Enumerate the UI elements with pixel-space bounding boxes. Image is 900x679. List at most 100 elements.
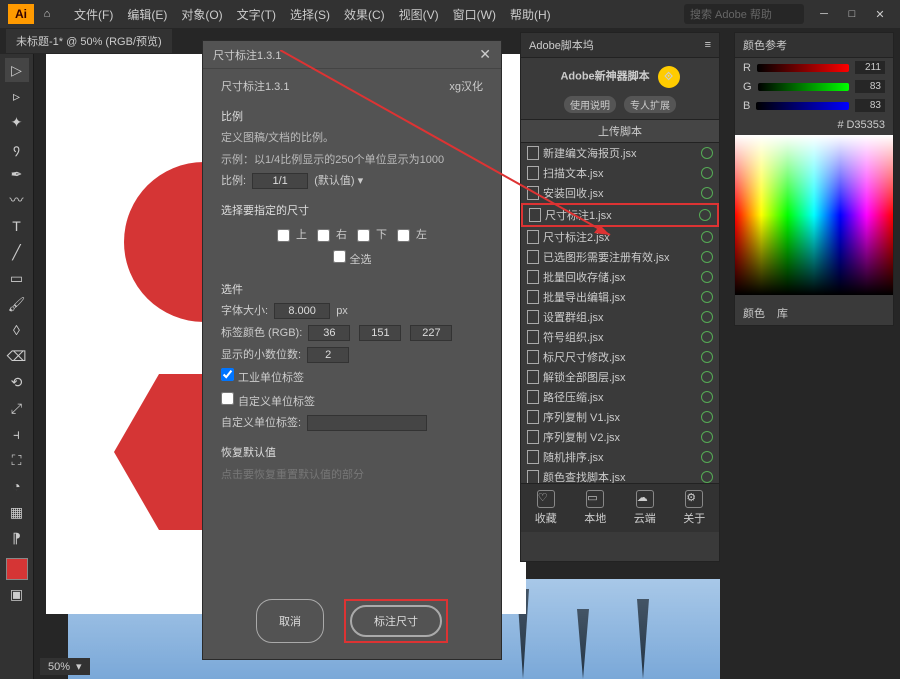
direct-selection-tool-icon[interactable]: ▹ [5,84,29,108]
download-icon[interactable] [701,411,713,423]
script-item[interactable]: 尺寸标注2.jsx [521,227,719,247]
download-icon[interactable] [701,391,713,403]
menu-effect[interactable]: 效果(C) [338,3,391,26]
ok-button[interactable]: 标注尺寸 [350,605,442,637]
shape-builder-tool-icon[interactable]: ◔ [5,474,29,498]
download-icon[interactable] [701,271,713,283]
swatch-tab-color[interactable]: 颜色 [743,305,765,321]
dialog-close-icon[interactable]: ✕ [479,46,491,63]
script-item[interactable]: 批量导出编辑.jsx [521,287,719,307]
sub-usage-button[interactable]: 使用说明 [564,96,616,113]
script-item[interactable]: 解锁全部图层.jsx [521,367,719,387]
color-b-input[interactable] [410,325,452,341]
script-item[interactable]: 批量回收存储.jsx [521,267,719,287]
download-icon[interactable] [701,167,713,179]
script-item[interactable]: 序列复制 V2.jsx [521,427,719,447]
panel-menu-icon[interactable]: ≡ [705,39,711,51]
minimize-icon[interactable]: ─ [812,4,836,24]
lasso-tool-icon[interactable]: ᠀ [5,136,29,160]
menu-file[interactable]: 文件(F) [68,3,119,26]
script-panel-title[interactable]: Adobe脚本坞≡ [521,33,719,58]
width-tool-icon[interactable]: ⫞ [5,422,29,446]
type-tool-icon[interactable]: T [5,214,29,238]
scale-dropdown-icon[interactable]: ▾ [358,175,364,187]
script-item[interactable]: 标尺尺寸修改.jsx [521,347,719,367]
scale-input[interactable] [252,173,308,189]
panel-category[interactable]: 上传脚本 [521,119,719,143]
zoom-indicator[interactable]: 50%▾ [40,658,90,675]
foot-cloud-button[interactable]: ☁云端 [634,490,656,526]
fontsize-input[interactable] [274,303,330,319]
menu-view[interactable]: 视图(V) [393,3,445,26]
document-tab[interactable]: 未标题-1* @ 50% (RGB/预览) [6,29,172,53]
color-g-input[interactable] [359,325,401,341]
magic-wand-tool-icon[interactable]: ✦ [5,110,29,134]
script-item[interactable]: 颜色查找脚本.jsx [521,467,719,483]
b-value[interactable]: 83 [855,99,885,112]
download-icon[interactable] [701,311,713,323]
color-r-input[interactable] [308,325,350,341]
line-tool-icon[interactable]: ╱ [5,240,29,264]
download-icon[interactable] [701,251,713,263]
industrial-checkbox[interactable] [221,368,234,381]
download-icon[interactable] [701,451,713,463]
menu-type[interactable]: 文字(T) [231,3,282,26]
download-icon[interactable] [701,331,713,343]
hex-value[interactable]: D35353 [846,119,885,131]
menu-select[interactable]: 选择(S) [284,3,336,26]
pen-tool-icon[interactable]: ✒ [5,162,29,186]
color-spectrum[interactable] [735,135,893,295]
eyedropper-tool-icon[interactable]: ⁋ [5,526,29,550]
cancel-button[interactable]: 取消 [256,599,324,643]
edge-bottom-checkbox[interactable] [357,229,370,242]
b-slider[interactable] [756,102,849,110]
screen-mode-icon[interactable]: ▣ [5,582,29,606]
g-value[interactable]: 83 [855,80,885,93]
script-item[interactable]: 符号组织.jsx [521,327,719,347]
fill-color-swatch[interactable] [6,558,28,580]
download-icon[interactable] [701,147,713,159]
shaper-tool-icon[interactable]: ◊ [5,318,29,342]
download-icon[interactable] [701,431,713,443]
dialog-titlebar[interactable]: 尺寸标注1.3.1 ✕ [203,41,501,69]
download-icon[interactable] [701,371,713,383]
home-icon[interactable]: ⌂ [38,5,56,23]
color-panel-title[interactable]: 颜色参考 [735,33,893,58]
free-transform-tool-icon[interactable]: ⛶ [5,448,29,472]
close-icon[interactable]: ✕ [868,4,892,24]
download-icon[interactable] [701,231,713,243]
swatch-tab-library[interactable]: 库 [777,305,788,321]
script-item[interactable]: 安装回收.jsx [521,183,719,203]
menu-edit[interactable]: 编辑(E) [121,3,173,26]
edge-left-checkbox[interactable] [397,229,410,242]
foot-local-button[interactable]: ▭本地 [584,490,606,526]
script-item[interactable]: 设置群组.jsx [521,307,719,327]
script-item[interactable]: 路径压缩.jsx [521,387,719,407]
script-item[interactable]: 随机排序.jsx [521,447,719,467]
edge-all-checkbox[interactable] [333,250,346,263]
menu-object[interactable]: 对象(O) [175,3,228,26]
decimals-input[interactable] [307,347,349,363]
script-item[interactable]: 已选图形需要注册有效.jsx [521,247,719,267]
gradient-tool-icon[interactable]: ▦ [5,500,29,524]
g-slider[interactable] [758,83,849,91]
brush-tool-icon[interactable]: 🖌 [5,292,29,316]
custom-unit-input[interactable] [307,415,427,431]
menu-window[interactable]: 窗口(W) [447,3,502,26]
eraser-tool-icon[interactable]: ⌫ [5,344,29,368]
edge-top-checkbox[interactable] [277,229,290,242]
download-icon[interactable] [701,471,713,483]
foot-about-button[interactable]: ⚙关于 [683,490,705,526]
search-input[interactable]: 搜索 Adobe 帮助 [684,4,804,24]
download-icon[interactable] [701,187,713,199]
script-item[interactable]: 尺寸标注1.jsx [521,203,719,227]
zoom-dropdown-icon[interactable]: ▾ [76,660,82,673]
menu-help[interactable]: 帮助(H) [504,3,557,26]
scale-tool-icon[interactable]: ⤢ [5,396,29,420]
curvature-tool-icon[interactable]: 〰 [5,188,29,212]
script-list[interactable]: 新建编文海报页.jsx扫描文本.jsx安装回收.jsx尺寸标注1.jsx尺寸标注… [521,143,719,483]
selection-tool-icon[interactable]: ▷ [5,58,29,82]
script-item[interactable]: 新建编文海报页.jsx [521,143,719,163]
edge-right-checkbox[interactable] [317,229,330,242]
script-item[interactable]: 扫描文本.jsx [521,163,719,183]
